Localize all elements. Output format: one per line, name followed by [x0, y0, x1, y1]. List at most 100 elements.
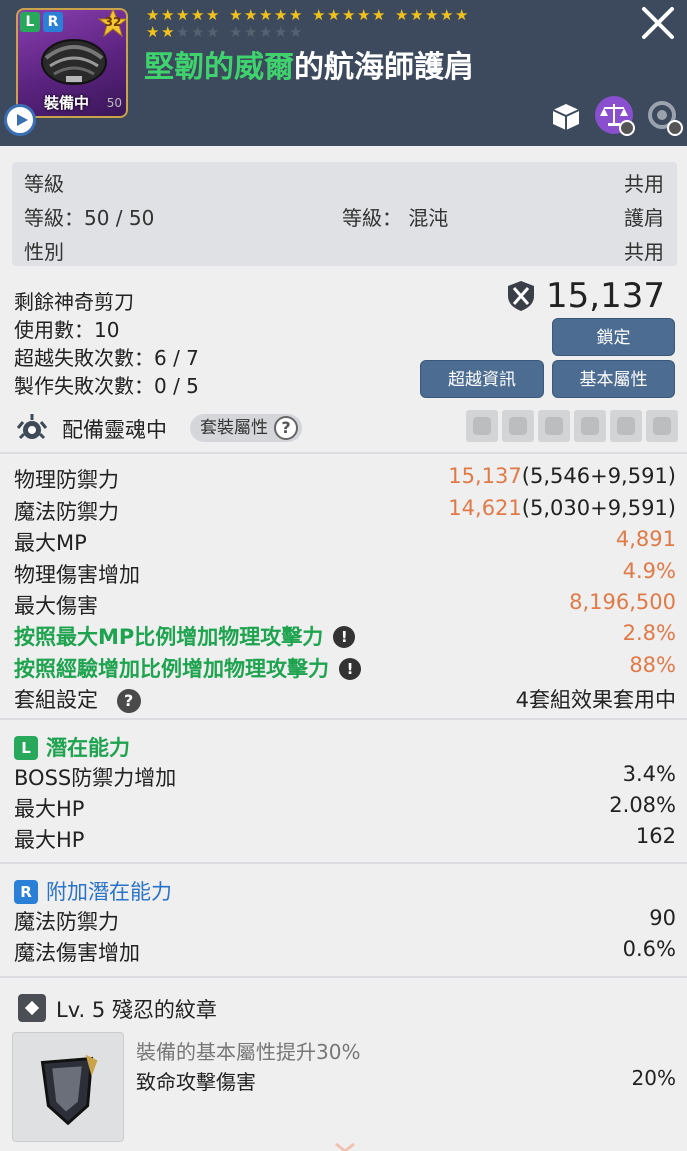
disabled-indicator-icon: [619, 120, 635, 136]
filled-star-icon: ★: [395, 6, 409, 24]
potential-title: 潛在能力: [46, 736, 130, 760]
filled-star-icon: ★: [259, 6, 273, 24]
empty-star-icon: ★: [229, 23, 243, 41]
stat-value: 8,196,500: [569, 590, 676, 614]
gender-label: 性別: [24, 240, 64, 264]
set-attr-button[interactable]: 套裝屬性 ?: [190, 414, 302, 442]
scale-icon[interactable]: [595, 96, 635, 136]
stat-value: 4,891: [616, 527, 676, 551]
filled-star-icon: ★: [146, 23, 160, 41]
emblem-stat-value: 20%: [631, 1066, 676, 1090]
emblem-subtitle: 裝備的基本屬性提升30%: [136, 1040, 361, 1064]
empty-star-icon: ★: [289, 23, 303, 41]
soul-slot-star-icon[interactable]: [646, 410, 678, 442]
filled-star-icon: ★: [161, 23, 175, 41]
lock-button[interactable]: 鎖定: [552, 318, 675, 356]
combat-power-value: 15,137: [546, 276, 665, 316]
scissors-uses: 使用數：10: [14, 318, 120, 342]
soul-equipped-label: 配備靈魂中: [62, 418, 167, 442]
stat-value: 15,137(5,546+9,591): [448, 464, 676, 488]
soul-slot-arch-icon[interactable]: [610, 410, 642, 442]
potential-row: 最大HP 2.08%: [14, 793, 676, 821]
stat-row: 魔法防禦力 14,621(5,030+9,591): [14, 496, 676, 526]
stat-value: 88%: [629, 653, 676, 677]
set-setting-value: 4套組效果套用中: [515, 688, 676, 712]
craft-fail-count: 製作失敗次數：0 / 5: [14, 374, 199, 398]
soul-slot-sword-icon[interactable]: [466, 410, 498, 442]
refresh-icon[interactable]: [643, 96, 683, 136]
additional-header: R 附加潛在能力: [14, 876, 676, 906]
stat-value-total: 4,891: [615, 527, 676, 551]
chevron-down-icon[interactable]: [334, 1142, 356, 1151]
divider: [0, 976, 687, 978]
empty-star-icon: ★: [244, 23, 258, 41]
filled-star-icon: ★: [244, 6, 258, 24]
stat-value-breakdown: (5,546+9,591): [521, 464, 676, 488]
play-button[interactable]: [4, 104, 36, 136]
level-value: 等級：50 / 50: [24, 206, 155, 230]
filled-star-icon: ★: [342, 6, 356, 24]
shield-sword-icon: [508, 281, 535, 311]
stat-row: 最大傷害 8,196,500: [14, 590, 676, 620]
soul-slot-gear-icon[interactable]: [574, 410, 606, 442]
filled-star-icon: ★: [229, 6, 243, 24]
transcend-info-button[interactable]: 超越資訊: [420, 360, 544, 398]
filled-star-icon: ★: [410, 6, 424, 24]
filled-star-icon: ★: [289, 6, 303, 24]
emblem-item-icon: [12, 1032, 124, 1142]
soul-slot-face-icon[interactable]: [502, 410, 534, 442]
filled-star-icon: ★: [455, 6, 469, 24]
help-icon[interactable]: ?: [274, 416, 298, 440]
additional-row: 魔法傷害增加 0.6%: [14, 937, 676, 965]
empty-star-icon: ★: [176, 23, 190, 41]
stat-value: 14,621(5,030+9,591): [448, 496, 676, 520]
soul-slot-wind-icon[interactable]: [538, 410, 570, 442]
empty-star-icon: ★: [191, 23, 205, 41]
storage-box-icon[interactable]: [547, 96, 585, 134]
soul-slots: [466, 410, 678, 442]
stat-row: 物理傷害增加 4.9%: [14, 559, 676, 589]
scissors-info: 剩餘神奇剪刀 使用數：10 超越失敗次數：6 / 7 製作失敗次數：0 / 5: [14, 288, 199, 400]
item-header: L R 32 裝備中 50 ★ ★ ★ ★ ★ ★ ★ ★ ★ ★ ★ ★ ★ ★ ★ ★ ★ ★ ★ ★ ★ ★ ★ ★ ★ ★…: [0, 0, 687, 146]
header-actions: [547, 96, 683, 136]
shoulder-item-icon: [41, 39, 107, 85]
filled-star-icon: ★: [176, 6, 190, 24]
stat-label: 物理防禦力: [14, 468, 119, 492]
stat-label: 按照經驗增加比例增加物理攻擊力: [14, 657, 329, 681]
stat-value-total: 2.8%: [622, 621, 676, 645]
basic-attr-button[interactable]: 基本屬性: [552, 360, 675, 398]
combat-power: 15,137: [506, 276, 665, 316]
stat-value-breakdown: (5,030+9,591): [521, 496, 676, 520]
item-title: 堅韌的威爾的航海師護肩: [144, 50, 474, 85]
rare-badge: R: [43, 12, 63, 32]
emblem-title: Lv. 5 殘忍的紋章: [56, 998, 217, 1022]
starforce-stars: ★ ★ ★ ★ ★ ★ ★ ★ ★ ★ ★ ★ ★ ★ ★ ★ ★ ★ ★ ★ ★ ★ ★ ★ ★ ★ ★ ★ ★ ★: [146, 8, 526, 42]
level-value-row: 等級：50 / 50 等級： 混沌 護肩: [24, 202, 664, 231]
stat-row: 物理防禦力 15,137(5,546+9,591): [14, 464, 676, 494]
empty-star-icon: ★: [259, 23, 273, 41]
stat-label: 最大傷害: [14, 594, 98, 618]
set-setting-row: 套組設定 ? 4套組效果套用中: [14, 684, 676, 714]
stat-row: 按照經驗增加比例增加物理攻擊力! 88%: [14, 653, 676, 683]
emblem-header: Lv. 5 殘忍的紋章: [18, 994, 217, 1024]
warning-icon[interactable]: !: [339, 658, 361, 680]
empty-star-icon: ★: [274, 23, 288, 41]
warning-icon[interactable]: !: [333, 626, 356, 648]
potential-row: BOSS防禦力增加 3.4%: [14, 762, 676, 790]
emblem-stat-row: 致命攻擊傷害 20%: [136, 1066, 676, 1095]
additional-title: 附加潛在能力: [46, 880, 172, 904]
transcend-fail-count: 超越失敗次數：6 / 7: [14, 346, 199, 370]
filled-star-icon: ★: [206, 6, 220, 24]
filled-star-icon: ★: [191, 6, 205, 24]
divider: [0, 452, 687, 454]
stat-row: 按照最大MP比例增加物理攻擊力! 2.8%: [14, 621, 676, 651]
item-icon[interactable]: L R 32 裝備中 50: [16, 8, 128, 118]
empty-star-icon: ★: [206, 23, 220, 41]
gender-value: 共用: [624, 240, 664, 264]
filled-star-icon: ★: [146, 6, 160, 24]
help-icon[interactable]: ?: [116, 689, 141, 713]
close-icon[interactable]: [639, 4, 677, 42]
job-value: 共用: [624, 172, 664, 196]
stat-value-total: 14,621: [448, 496, 522, 520]
stat-label: 魔法防禦力: [14, 500, 119, 524]
